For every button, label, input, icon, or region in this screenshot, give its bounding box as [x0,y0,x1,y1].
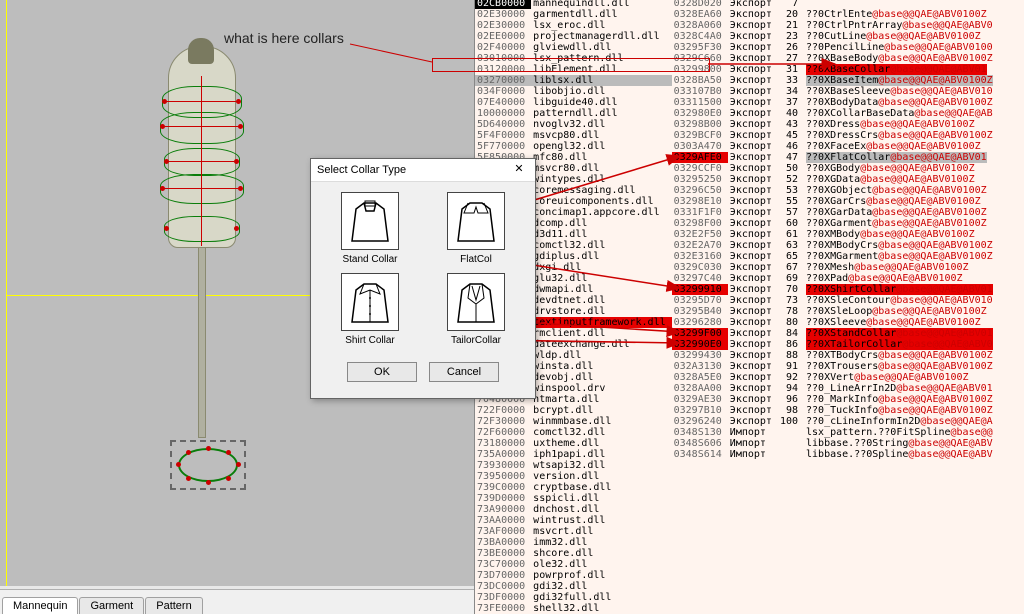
table-row[interactable]: 73AA0000wintrust.dll [475,515,999,526]
table-row[interactable]: 5FEB0000concimap1.appcore.dll0331F1F0Экс… [475,207,999,218]
tab-pattern[interactable]: Pattern [145,597,202,614]
table-row[interactable]: 72F30000winmmbase.dll03296240Экспорт100?… [475,416,999,427]
mannequin-model[interactable] [146,46,256,256]
table-row[interactable]: 10000000patterndll.dll032980E0Экспорт40?… [475,108,999,119]
table-row[interactable]: 701D0000winsta.dll032A3130Экспорт91??0XT… [475,361,999,372]
table-row[interactable]: 735A0000iph1papi.dll0348S614Импортlibbas… [475,449,999,460]
table-row[interactable]: 73C70000ole32.dll [475,559,999,570]
table-row[interactable]: 5FB60000coreuicomponents.dll03298E10Эксп… [475,196,999,207]
table-row[interactable]: 66070000glu32.dll03297C40Экспорт69??0XPa… [475,273,999,284]
table-row[interactable]: 739C0000cryptbase.dll [475,482,999,493]
table-row[interactable]: 73BA0000imm32.dll [475,537,999,548]
table-row[interactable]: 73FE0000shell32.dll [475,603,999,614]
annotation-box [432,58,710,72]
close-icon[interactable]: ✕ [505,160,533,178]
cancel-button[interactable]: Cancel [429,362,499,382]
table-row[interactable]: 6D5B0000wldp.dll03299430Экспорт88??0XTBo… [475,350,999,361]
collar-option-flat[interactable]: FlatCol [431,192,521,265]
table-row[interactable]: 73A90000dnchost.dll [475,504,999,515]
collar-option-tailor[interactable]: TailorCollar [431,273,521,346]
table-row[interactable]: 02E30000garmentdll.dll0328EA60Экспорт20?… [475,9,999,20]
table-row[interactable]: 69790000drvstore.dll03295B40Экспорт78??0… [475,306,999,317]
table-row[interactable]: 62C00000comctl32.dll032E2A70Экспорт63??0… [475,240,999,251]
collar-option-stand[interactable]: Stand Collar [325,192,415,265]
annotation-text: what is here collars [224,30,344,46]
table-row[interactable]: 73950000version.dll [475,471,999,482]
table-row[interactable]: 5F4F0000msvcp80.dll0329BCF0Экспорт45??0X… [475,130,999,141]
table-row[interactable]: 70400000devobj.dll0328A5E0Экспорт92??0XV… [475,372,999,383]
table-row[interactable]: 5F850000mfc80.dll0329AFE0Экспорт47??0XFl… [475,152,999,163]
table-row[interactable]: 6A5E0000dateexchange.dll032990E0Экспорт8… [475,339,999,350]
table-row[interactable]: 5FA00000wintypes.dll03295250Экспорт52??0… [475,174,999,185]
table-row[interactable]: 73180000uxtheme.dll0348S606Импортlibbase… [475,438,999,449]
table-row[interactable]: 62CF0000gdiplus.dll032E3160Экспорт65??0X… [475,251,999,262]
table-row[interactable]: 5D640000nvoglv32.dll03298B00Экспорт43??0… [475,119,999,130]
table-row[interactable]: 600A0000d3d11.dll032E2F50Экспорт61??0XMB… [475,229,999,240]
table-row[interactable]: 02F40000glviewdll.dll03295F30Экспорт26??… [475,42,999,53]
ok-button[interactable]: OK [347,362,417,382]
table-row[interactable]: 5FF60000dcomp.dll03298F00Экспорт60??0XGa… [475,218,999,229]
dialog-title-text: Select Collar Type [317,164,406,176]
table-row[interactable]: 69870000textinputframework.dll03296280Эк… [475,317,999,328]
table-row[interactable]: 02CB0000mannequindll.dll0328D020Экспорт7 [475,0,999,9]
table-row[interactable]: 73AF0000msvcrt.dll [475,526,999,537]
tab-garment[interactable]: Garment [79,597,144,614]
table-row[interactable]: 07E40000libguide40.dll03311500Экспорт37?… [475,97,999,108]
dialog-titlebar[interactable]: Select Collar Type ✕ [311,159,535,182]
table-row[interactable]: 02EE0000projectmanagerdll.dll0328C4A0Экс… [475,31,999,42]
table-row[interactable]: 66910000devdtnet.dll03295D70Экспорт73??0… [475,295,999,306]
table-row[interactable]: 73DC0000gdi32.dll [475,581,999,592]
table-row[interactable]: 73BE0000shcore.dll [475,548,999,559]
table-row[interactable]: 70400000winspool.drv0328AA00Экспорт94??0… [475,383,999,394]
table-row[interactable]: 73D70000powrprof.dll [475,570,999,581]
table-row[interactable]: 03270000liblsx.dll0328BA50Экспорт33??0XB… [475,75,999,86]
module-table[interactable]: 02CB0000mannequindll.dll0328D020Экспорт7… [475,0,1024,614]
table-row[interactable]: 65890000dxgi.dll0329C030Экспорт67??0XMes… [475,262,999,273]
table-row[interactable]: 66840000dwmapi.dll03299910Экспорт70??0XS… [475,284,999,295]
table-row[interactable]: 02E30000lsx_eroc.dll0328A060Экспорт21??0… [475,20,999,31]
table-row[interactable]: 73930000wtsapi32.dll [475,460,999,471]
tab-bar: Mannequin Garment Pattern [0,589,474,614]
table-row[interactable]: 6A390000rmclient.dll03299F00Экспорт84??0… [475,328,999,339]
table-row[interactable]: 70480000ntmarta.dll0329AE30Экспорт96??0_… [475,394,999,405]
tab-mannequin[interactable]: Mannequin [2,597,78,614]
table-row[interactable]: 5F9D0000msvcr80.dll0329CCF0Экспорт50??0X… [475,163,999,174]
table-row[interactable]: 5F770000opengl32.dll0303A470Экспорт46??0… [475,141,999,152]
table-row[interactable]: 72F60000comctl32.dll0348S130Импортlsx_pa… [475,427,999,438]
table-row[interactable]: 034F0000libobjio.dll033107B0Экспорт34??0… [475,86,999,97]
collar-ring-shape[interactable] [170,440,246,490]
table-row[interactable]: 5FAD0000coremessaging.dll03296C50Экспорт… [475,185,999,196]
table-row[interactable]: 722F0000bcrypt.dll03297B10Экспорт98??0_T… [475,405,999,416]
collar-option-shirt[interactable]: Shirt Collar [325,273,415,346]
table-row[interactable]: 739D0000sspicli.dll [475,493,999,504]
table-row[interactable]: 73DF0000gdi32full.dll [475,592,999,603]
select-collar-dialog: Select Collar Type ✕ Stand Collar FlatCo… [310,158,536,399]
